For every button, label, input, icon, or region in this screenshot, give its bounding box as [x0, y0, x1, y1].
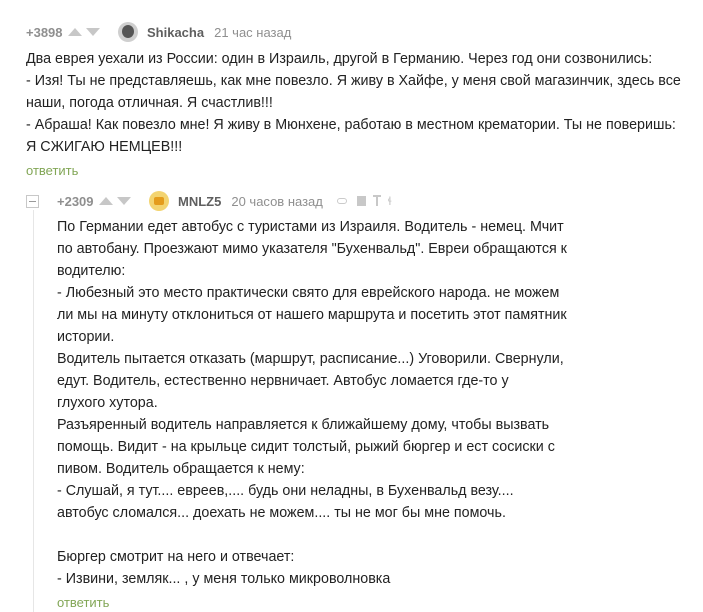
comment-header: +3898 Shikacha 21 час назад [26, 22, 291, 42]
avatar[interactable] [118, 22, 138, 42]
comment-line: ли мы на минуту отклониться от нашего ма… [57, 307, 567, 323]
comment-time[interactable]: 20 часов назад [231, 194, 323, 209]
avatar[interactable] [149, 191, 169, 211]
author-name[interactable]: Shikacha [147, 25, 204, 40]
thread-line[interactable] [33, 210, 34, 612]
comment-line: наши, погода отличная. Я счастлив!!! [26, 95, 273, 111]
comment-text: Два еврея уехали из России: один в Израи… [26, 48, 686, 158]
reply-link[interactable]: ответить [57, 595, 109, 610]
comment-line: помощь. Видит - на крыльце сидит толстый… [57, 439, 555, 455]
comment-rating: +3898 [26, 24, 63, 40]
upvote-icon[interactable] [99, 197, 113, 205]
comment-text: По Германии едет автобус с туристами из … [57, 216, 577, 590]
comment: +3898 Shikacha 21 час назад Два еврея уе… [0, 0, 703, 185]
comment-rating: +2309 [57, 193, 94, 209]
comment-line: водителю: [57, 263, 126, 279]
comment-line: По Германии едет автобус с туристами из … [57, 219, 564, 235]
downvote-icon[interactable] [117, 197, 131, 205]
comment-line: Разъяренный водитель направляется к ближ… [57, 417, 550, 433]
comment-line: истории. [57, 329, 115, 345]
vote-controls [68, 28, 112, 36]
comment-line: по автобану. Проезжают мимо указателя "Б… [57, 241, 567, 257]
branch-icon[interactable]: ɬ [388, 194, 392, 208]
collapse-thread-button[interactable] [26, 195, 39, 208]
comment-tools: ɬ [336, 194, 392, 208]
comment-line: пивом. Водитель обращается к нему: [57, 461, 305, 477]
author-name[interactable]: MNLZ5 [178, 194, 221, 209]
comment-line: - Извини, земляк... , у меня только микр… [57, 571, 391, 587]
comment-line: едут. Водитель, естественно нервничает. … [57, 373, 509, 389]
downvote-icon[interactable] [86, 28, 100, 36]
comment-line: - Абраша! Как повезло мне! Я живу в Мюнх… [26, 117, 676, 133]
comment-line: глухого хутора. [57, 395, 158, 411]
link-icon[interactable] [336, 198, 347, 204]
comment-line: - Любезный это место практически свято д… [57, 285, 560, 301]
save-icon[interactable] [356, 196, 366, 206]
comment-line: - Изя! Ты не представляешь, как мне пове… [26, 73, 681, 89]
comment-line: Водитель пытается отказать (маршрут, рас… [57, 351, 564, 367]
comment-header: +2309 MNLZ5 20 часов назад ɬ [57, 191, 392, 211]
comment-time[interactable]: 21 час назад [214, 25, 291, 40]
comment-line: Я СЖИГАЮ НЕМЦЕВ!!! [26, 139, 183, 155]
reply-link[interactable]: ответить [26, 163, 78, 178]
upvote-icon[interactable] [68, 28, 82, 36]
comment-line: - Слушай, я тут.... евреев,.... будь они… [57, 483, 514, 499]
vote-controls [99, 197, 143, 205]
comment-line: автобус сломался... доехать не можем....… [57, 505, 506, 521]
comment-line [57, 524, 577, 546]
comment-line: Два еврея уехали из России: один в Израи… [26, 51, 653, 67]
comment-line: Бюргер смотрит на него и отвечает: [57, 549, 295, 565]
go-to-parent-icon[interactable] [372, 195, 381, 206]
